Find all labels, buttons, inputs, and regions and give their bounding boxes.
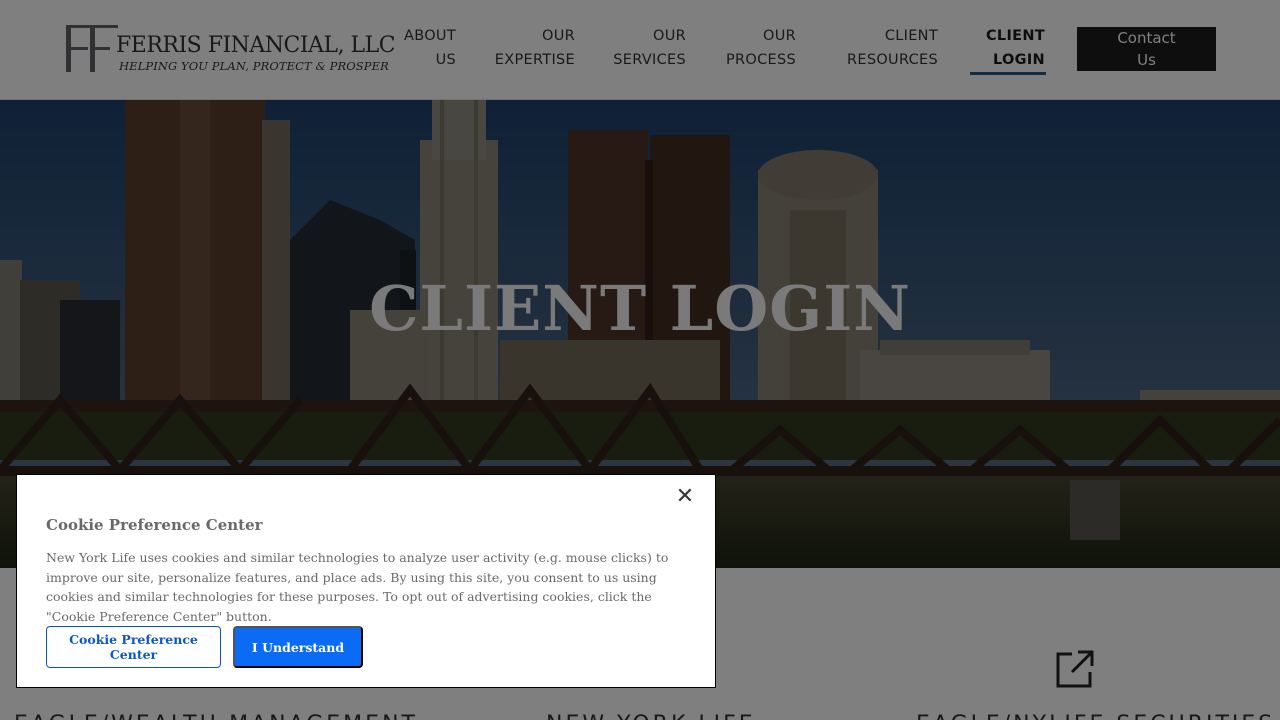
- cookie-dialog-body: New York Life uses cookies and similar t…: [46, 550, 669, 624]
- cookie-preference-center-button[interactable]: Cookie Preference Center: [46, 626, 221, 668]
- i-understand-button[interactable]: I Understand: [233, 626, 363, 668]
- cookie-dialog-title: Cookie Preference Center: [46, 516, 263, 534]
- cookie-preference-dialog: ✕ Cookie Preference Center New York Life…: [16, 474, 716, 688]
- close-icon[interactable]: ✕: [673, 485, 697, 509]
